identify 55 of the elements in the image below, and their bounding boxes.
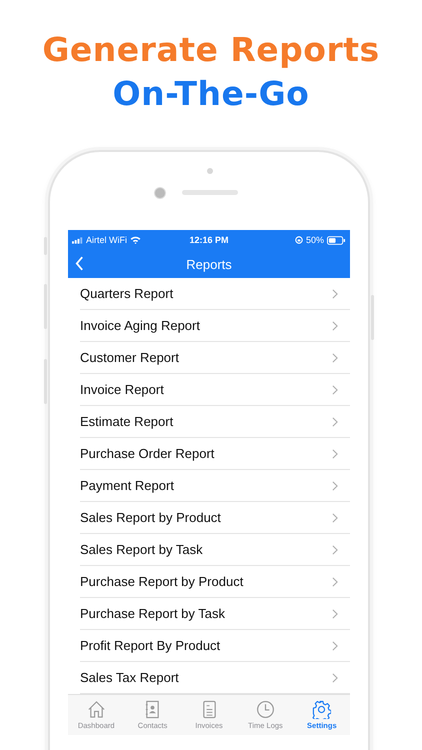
sensor-dot [207,168,213,174]
camera-icon [154,187,166,199]
rotation-lock-icon [294,236,303,244]
clock-icon [256,700,275,719]
headline: Generate Reports [42,29,380,71]
report-label: Quarters Report [80,286,174,301]
chevron-icon [332,320,338,330]
chevron-icon [332,448,338,458]
report-label: Estimate Report [80,414,174,429]
status-time: 12:16 PM [189,235,229,245]
house-icon [86,700,106,719]
report-item[interactable]: Sales Report by Product [80,502,350,534]
chevron-icon [332,384,338,394]
back-icon[interactable] [75,256,84,271]
chevron-icon [332,544,338,554]
speaker-grille [182,190,238,195]
chevron-icon [332,416,338,426]
report-label: Payment Report [80,478,174,493]
report-item[interactable]: Purchase Order Report [80,438,350,470]
report-item[interactable]: Profit Report By Product [80,630,350,662]
chevron-icon [332,672,338,682]
chevron-icon [332,576,338,586]
wifi-icon [130,236,141,244]
report-label: Purchase Order Report [80,446,214,461]
screen-title: Reports [186,256,232,272]
report-label: Sales Tax Report [80,670,179,685]
report-label: Sales Report by Task [80,542,203,557]
report-label: Purchase Report by Product [80,574,244,589]
battery-percent: 50% [306,235,324,245]
report-label: Customer Report [80,350,179,365]
report-label: Profit Report By Product [80,638,220,653]
chevron-icon [332,480,338,490]
chevron-icon [332,352,338,362]
chevron-icon [332,512,338,522]
report-item[interactable]: Invoice Report [80,374,350,406]
headline: On-The-Go [112,73,310,115]
report-label: Invoice Aging Report [80,318,200,333]
report-label: Sales Report by Product [80,510,221,525]
report-label: Invoice Report [80,382,164,397]
report-item[interactable]: Quarters Report [80,278,350,310]
report-item[interactable]: Customer Report [80,342,350,374]
report-label: Purchase Report by Task [80,606,225,621]
chevron-icon [332,608,338,618]
chevron-icon [332,288,338,298]
report-item[interactable]: Payment Report [80,470,350,502]
report-item[interactable]: Purchase Report by Product [80,566,350,598]
report-item[interactable]: Estimate Report [80,406,350,438]
carrier-label: Airtel WiFi [86,235,127,245]
signal-icon [72,236,83,244]
battery-icon [327,236,346,244]
chevron-icon [332,640,338,650]
settings-icon [312,700,332,719]
report-item[interactable]: Purchase Report by Task [80,598,350,630]
report-item[interactable]: Invoice Aging Report [80,310,350,342]
report-item[interactable]: Sales Report by Task [80,534,350,566]
